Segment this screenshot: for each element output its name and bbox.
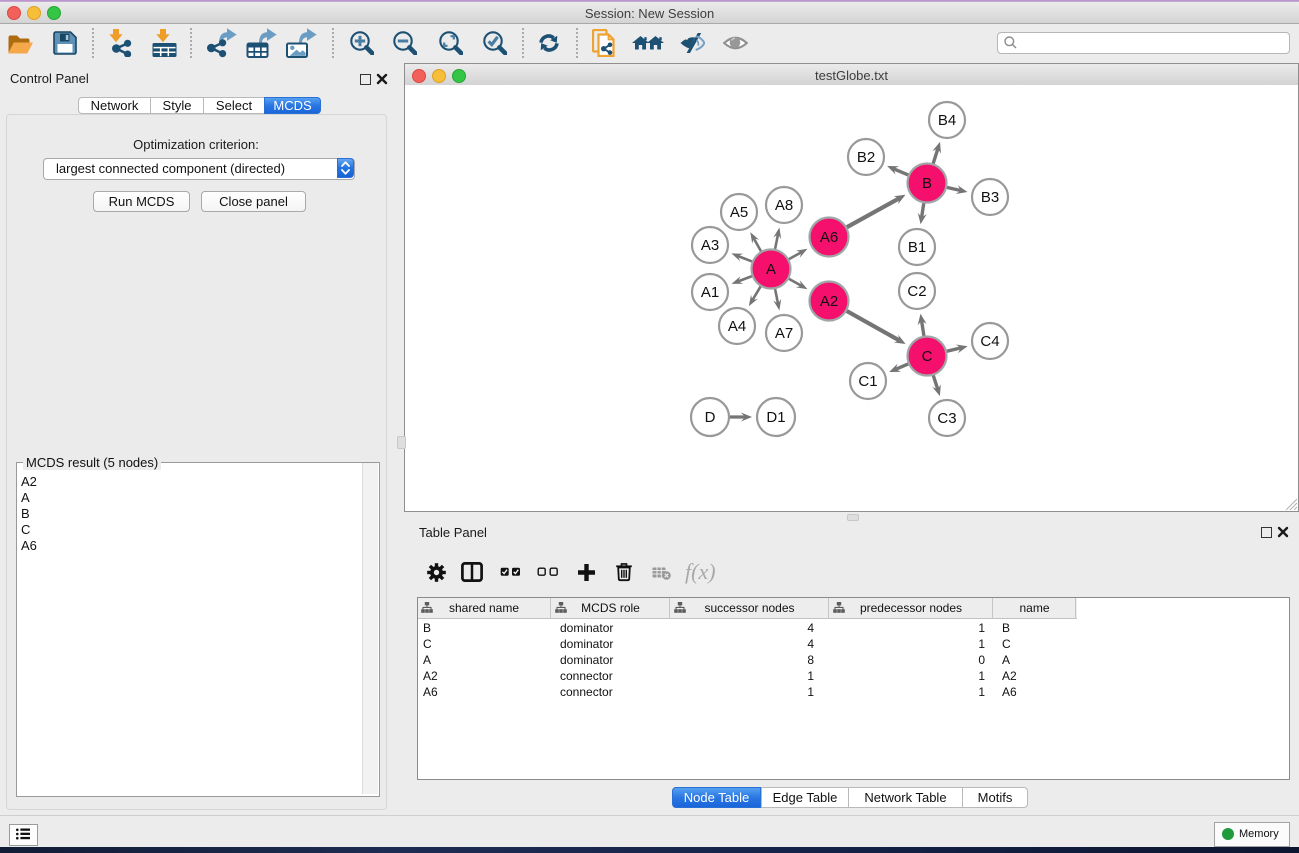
svg-text:A6: A6 xyxy=(820,229,838,246)
svg-text:C1: C1 xyxy=(858,373,877,390)
svg-text:C3: C3 xyxy=(937,410,956,427)
svg-text:B3: B3 xyxy=(981,189,999,206)
svg-text:C2: C2 xyxy=(907,283,926,300)
svg-text:D1: D1 xyxy=(766,409,785,426)
svg-text:A8: A8 xyxy=(775,197,793,214)
svg-text:C4: C4 xyxy=(980,333,999,350)
svg-text:A7: A7 xyxy=(775,325,793,342)
svg-text:B2: B2 xyxy=(857,149,875,166)
svg-text:A: A xyxy=(766,261,776,278)
svg-text:B4: B4 xyxy=(938,112,956,129)
svg-text:A2: A2 xyxy=(820,293,838,310)
svg-text:D: D xyxy=(705,409,716,426)
svg-text:B1: B1 xyxy=(908,239,926,256)
svg-text:C: C xyxy=(922,348,933,365)
svg-text:A3: A3 xyxy=(701,237,719,254)
svg-text:A5: A5 xyxy=(730,204,748,221)
svg-text:B: B xyxy=(922,175,932,192)
svg-text:A4: A4 xyxy=(728,318,746,335)
svg-text:A1: A1 xyxy=(701,284,719,301)
